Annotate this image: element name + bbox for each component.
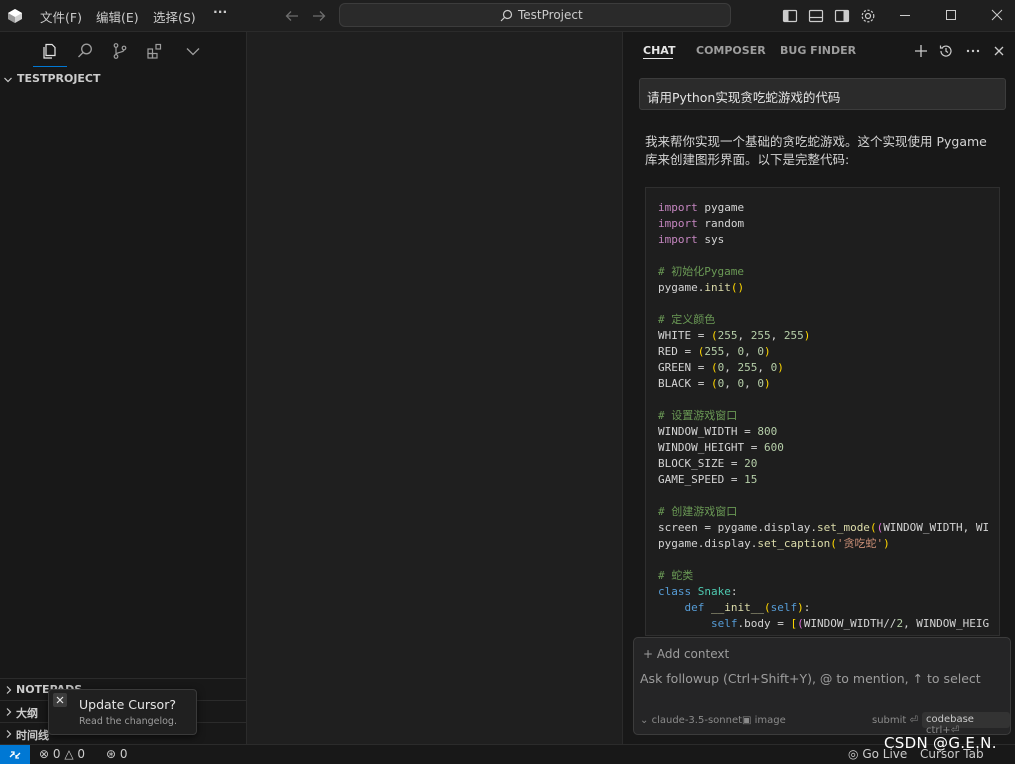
ports-count: 0 bbox=[119, 747, 128, 761]
error-count: 0 bbox=[52, 747, 61, 761]
image-button[interactable]: ▣ image bbox=[742, 715, 786, 726]
plus-icon: + bbox=[643, 647, 654, 661]
submit-button[interactable]: submit ⏎ bbox=[872, 715, 918, 726]
close-notification-button[interactable] bbox=[53, 693, 67, 707]
source-control-icon[interactable] bbox=[110, 41, 130, 61]
model-name: claude-3.5-sonnet bbox=[651, 715, 743, 726]
tab-bug-finder[interactable]: BUG FINDER bbox=[780, 44, 856, 57]
explorer-files-icon[interactable] bbox=[40, 41, 60, 61]
error-icon: ⊗ bbox=[39, 747, 50, 761]
remote-connection-icon bbox=[9, 751, 21, 759]
followup-input[interactable] bbox=[640, 671, 1000, 686]
user-message-text: 请用Python实现贪吃蛇游戏的代码 bbox=[647, 90, 841, 105]
update-notification[interactable]: Update Cursor? Read the changelog. bbox=[48, 689, 197, 735]
editor-area[interactable] bbox=[248, 32, 622, 744]
remote-indicator[interactable] bbox=[0, 745, 30, 764]
menu-more[interactable]: ··· bbox=[213, 4, 227, 19]
codebase-label: codebase bbox=[926, 714, 974, 725]
section-label: 大纲 bbox=[16, 707, 38, 720]
followup-input-box[interactable]: + Add context ⌄ claude-3.5-sonnet ▣ imag… bbox=[633, 637, 1011, 736]
toggle-panel-icon[interactable] bbox=[807, 7, 825, 25]
minimize-icon[interactable] bbox=[897, 7, 913, 23]
code-content: import pygame import random import sys # 初… bbox=[658, 201, 990, 635]
toggle-primary-sidebar-icon[interactable] bbox=[781, 7, 799, 25]
add-context-label: Add context bbox=[656, 647, 730, 661]
close-window-icon[interactable] bbox=[989, 7, 1005, 23]
image-icon: ▣ bbox=[742, 715, 752, 726]
chevron-right-icon bbox=[6, 708, 12, 716]
primary-sidebar: TESTPROJECT NOTEPADS 大纲 时间线 bbox=[0, 32, 247, 744]
ports-indicator[interactable]: ⊛ 0 bbox=[106, 747, 128, 761]
tab-chat[interactable]: CHAT bbox=[643, 44, 675, 57]
active-view-indicator bbox=[33, 66, 67, 67]
broadcast-icon: ⊛ bbox=[106, 747, 117, 761]
back-arrow-icon[interactable] bbox=[284, 8, 300, 24]
tab-composer[interactable]: COMPOSER bbox=[696, 44, 766, 57]
search-view-icon[interactable] bbox=[75, 41, 95, 61]
broadcast-icon: ◎ bbox=[848, 747, 859, 761]
menu-edit[interactable]: 编辑(E) bbox=[96, 7, 139, 26]
problems-indicator[interactable]: ⊗ 0 △ 0 bbox=[39, 747, 85, 761]
model-selector[interactable]: ⌄ claude-3.5-sonnet bbox=[640, 715, 742, 726]
command-center-search[interactable]: TestProject bbox=[339, 3, 731, 27]
explorer-collapse-chevron-icon[interactable] bbox=[3, 75, 13, 85]
warning-count: 0 bbox=[77, 747, 86, 761]
active-tab-indicator bbox=[643, 58, 673, 59]
maximize-icon[interactable] bbox=[943, 7, 959, 23]
ai-chat-panel: CHAT COMPOSER BUG FINDER 请用Python实现贪吃蛇游戏… bbox=[622, 32, 1015, 744]
cursor-logo-icon bbox=[8, 9, 22, 23]
status-bar: ⊗ 0 △ 0 ⊛ 0 ◎ Go Live Cursor Tab bbox=[0, 744, 1015, 764]
image-label: image bbox=[754, 715, 786, 726]
settings-gear-icon[interactable] bbox=[859, 7, 877, 25]
chevron-right-icon bbox=[6, 730, 12, 738]
code-block[interactable]: import pygame import random import sys # 初… bbox=[645, 187, 1000, 636]
notification-title: Update Cursor? bbox=[79, 697, 176, 712]
more-options-icon[interactable] bbox=[965, 43, 981, 59]
close-icon bbox=[56, 696, 64, 704]
chevron-down-icon[interactable] bbox=[183, 41, 203, 61]
submit-label: submit bbox=[872, 715, 907, 726]
forward-arrow-icon[interactable] bbox=[311, 8, 327, 24]
history-icon[interactable] bbox=[938, 43, 954, 59]
section-label: 时间线 bbox=[16, 729, 49, 742]
ai-response-intro: 我来帮你实现一个基础的贪吃蛇游戏。这个实现使用 Pygame 库来创建图形界面。… bbox=[645, 134, 987, 167]
explorer-project-title[interactable]: TESTPROJECT bbox=[17, 72, 101, 85]
enter-key-icon: ⏎ bbox=[909, 715, 918, 726]
extensions-icon[interactable] bbox=[145, 41, 165, 61]
chevron-right-icon bbox=[6, 686, 12, 694]
user-message-bubble[interactable]: 请用Python实现贪吃蛇游戏的代码 bbox=[639, 78, 1006, 110]
menu-selection[interactable]: 选择(S) bbox=[153, 7, 196, 26]
search-icon bbox=[500, 9, 513, 22]
title-bar: 文件(F) 编辑(E) 选择(S) ··· TestProject bbox=[0, 0, 1015, 32]
new-chat-plus-icon[interactable] bbox=[913, 43, 929, 59]
changelog-link[interactable]: Read the changelog. bbox=[79, 716, 177, 727]
chevron-down-icon: ⌄ bbox=[640, 715, 649, 726]
close-panel-icon[interactable] bbox=[991, 43, 1007, 59]
codebase-button[interactable]: codebase ctrl+⏎ bbox=[922, 712, 1010, 736]
add-context-button[interactable]: + Add context bbox=[643, 647, 729, 661]
warning-icon: △ bbox=[64, 747, 74, 761]
toggle-secondary-sidebar-icon[interactable] bbox=[833, 7, 851, 25]
watermark: CSDN @G.E.N. bbox=[884, 734, 997, 752]
search-text: TestProject bbox=[518, 8, 583, 22]
menu-file[interactable]: 文件(F) bbox=[40, 7, 82, 26]
